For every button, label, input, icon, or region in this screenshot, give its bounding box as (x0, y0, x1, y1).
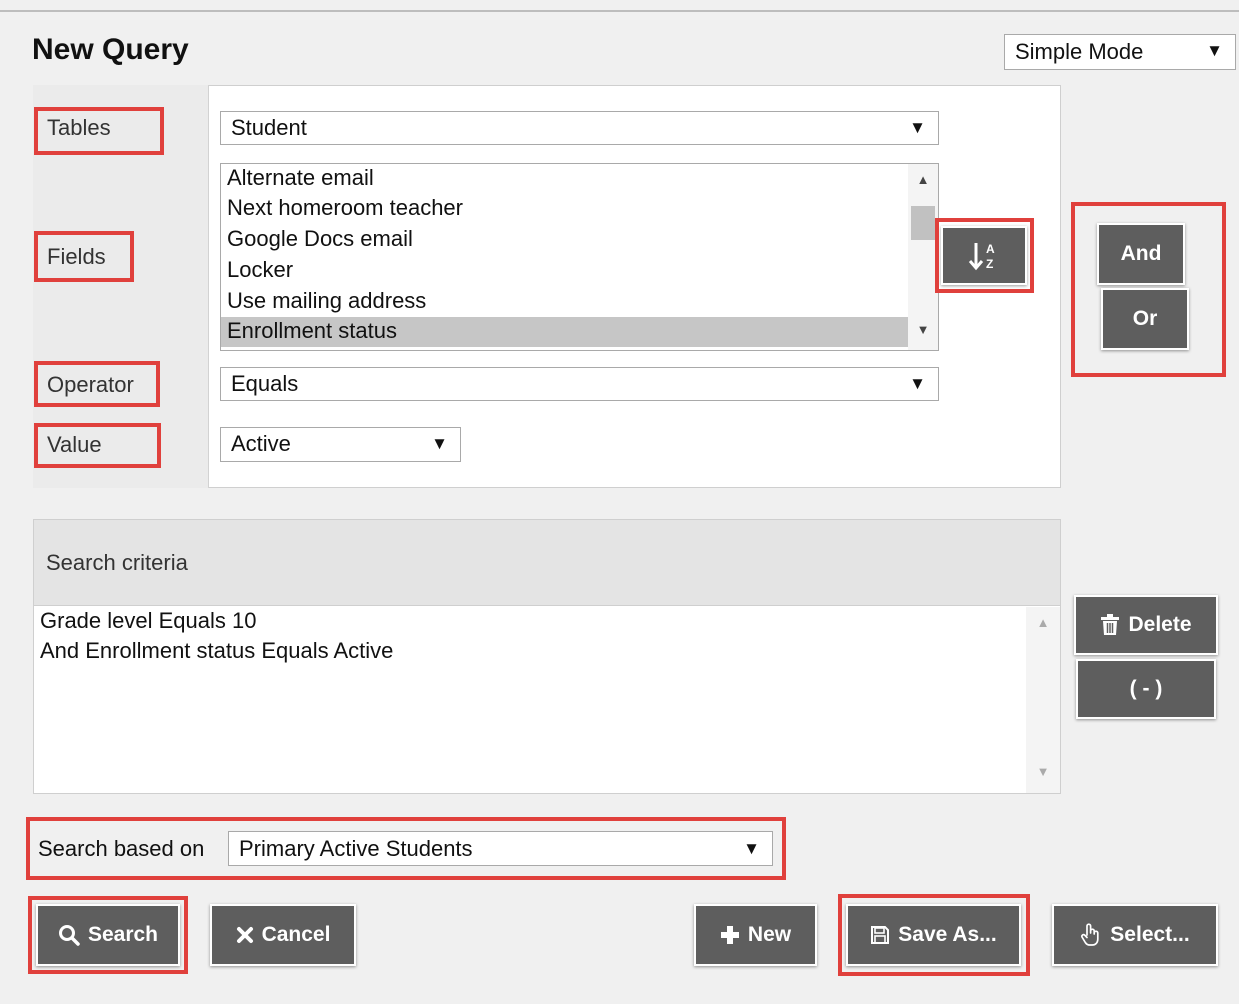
tables-select[interactable]: Student ▼ (220, 111, 939, 145)
chevron-down-icon: ▼ (431, 434, 448, 453)
top-divider (0, 10, 1239, 12)
select-button[interactable]: Select... (1052, 904, 1218, 966)
search-criteria-title: Search criteria (46, 550, 188, 575)
close-icon (236, 927, 253, 943)
paren-button-label: ( - ) (1129, 677, 1163, 700)
logic-buttons-highlight (1071, 202, 1226, 377)
new-button[interactable]: New (694, 904, 817, 966)
list-item[interactable]: Alternate email (221, 164, 908, 194)
cancel-button-label: Cancel (261, 923, 331, 946)
list-item[interactable]: Use mailing address (221, 287, 908, 317)
fields-label-highlight (34, 231, 134, 282)
field-item-label: Next homeroom teacher (227, 195, 463, 220)
mode-select-value: Simple Mode (1015, 39, 1144, 64)
field-item-label: Enrollment status (227, 318, 397, 343)
scroll-down-arrow-icon[interactable]: ▼ (908, 322, 938, 337)
delete-button[interactable]: Delete (1074, 595, 1218, 655)
criteria-line: Grade level Equals 10 (40, 608, 257, 633)
field-item-label: Locker (227, 257, 294, 282)
chevron-down-icon: ▼ (909, 118, 926, 137)
paren-button[interactable]: ( - ) (1076, 659, 1216, 719)
save-as-button-highlight (838, 894, 1030, 976)
field-item-label: Use mailing address (227, 288, 427, 313)
page-title: New Query (32, 33, 189, 66)
cancel-button[interactable]: Cancel (210, 904, 356, 966)
value-select-value: Active (231, 431, 291, 456)
operator-label-highlight (34, 361, 160, 407)
value-select[interactable]: Active ▼ (220, 427, 461, 462)
chevron-down-icon: ▼ (1206, 41, 1223, 60)
list-item-selected[interactable]: Enrollment status (221, 317, 908, 347)
search-based-on-highlight (26, 817, 786, 880)
delete-button-label: Delete (1128, 613, 1192, 636)
fields-listbox[interactable]: Alternate email Next homeroom teacher Go… (220, 163, 939, 351)
mode-select[interactable]: Simple Mode ▼ (1004, 34, 1236, 70)
fields-scrollbar[interactable]: ▲ ▼ (908, 164, 938, 350)
hand-pointer-icon (1081, 923, 1099, 946)
trash-icon (1101, 614, 1120, 635)
search-criteria-textarea[interactable]: Grade level Equals 10 And Enrollment sta… (34, 607, 1026, 793)
criteria-scrollbar[interactable]: ▲ ▼ (1026, 607, 1060, 793)
list-item[interactable]: Google Docs email (221, 225, 908, 255)
operator-select-value: Equals (231, 371, 299, 396)
scroll-up-arrow-icon[interactable]: ▲ (1026, 615, 1060, 630)
list-item[interactable]: Locker (221, 256, 908, 286)
field-item-label: Google Docs email (227, 226, 413, 251)
tables-select-value: Student (231, 115, 307, 140)
search-button-highlight (28, 896, 188, 974)
plus-icon (720, 926, 739, 944)
criteria-line: And Enrollment status Equals Active (40, 638, 394, 663)
operator-select[interactable]: Equals ▼ (220, 367, 939, 401)
list-item[interactable]: Next homeroom teacher (221, 194, 908, 224)
value-label-highlight (34, 423, 161, 468)
scroll-down-arrow-icon[interactable]: ▼ (1026, 764, 1060, 779)
tables-label-highlight (34, 107, 164, 155)
sort-button-highlight (935, 218, 1034, 293)
new-button-label: New (747, 923, 792, 946)
chevron-down-icon: ▼ (909, 374, 926, 393)
scroll-thumb[interactable] (911, 206, 935, 240)
select-button-label: Select... (1110, 923, 1190, 946)
field-item-label: Alternate email (227, 165, 374, 190)
scroll-up-arrow-icon[interactable]: ▲ (908, 172, 938, 187)
